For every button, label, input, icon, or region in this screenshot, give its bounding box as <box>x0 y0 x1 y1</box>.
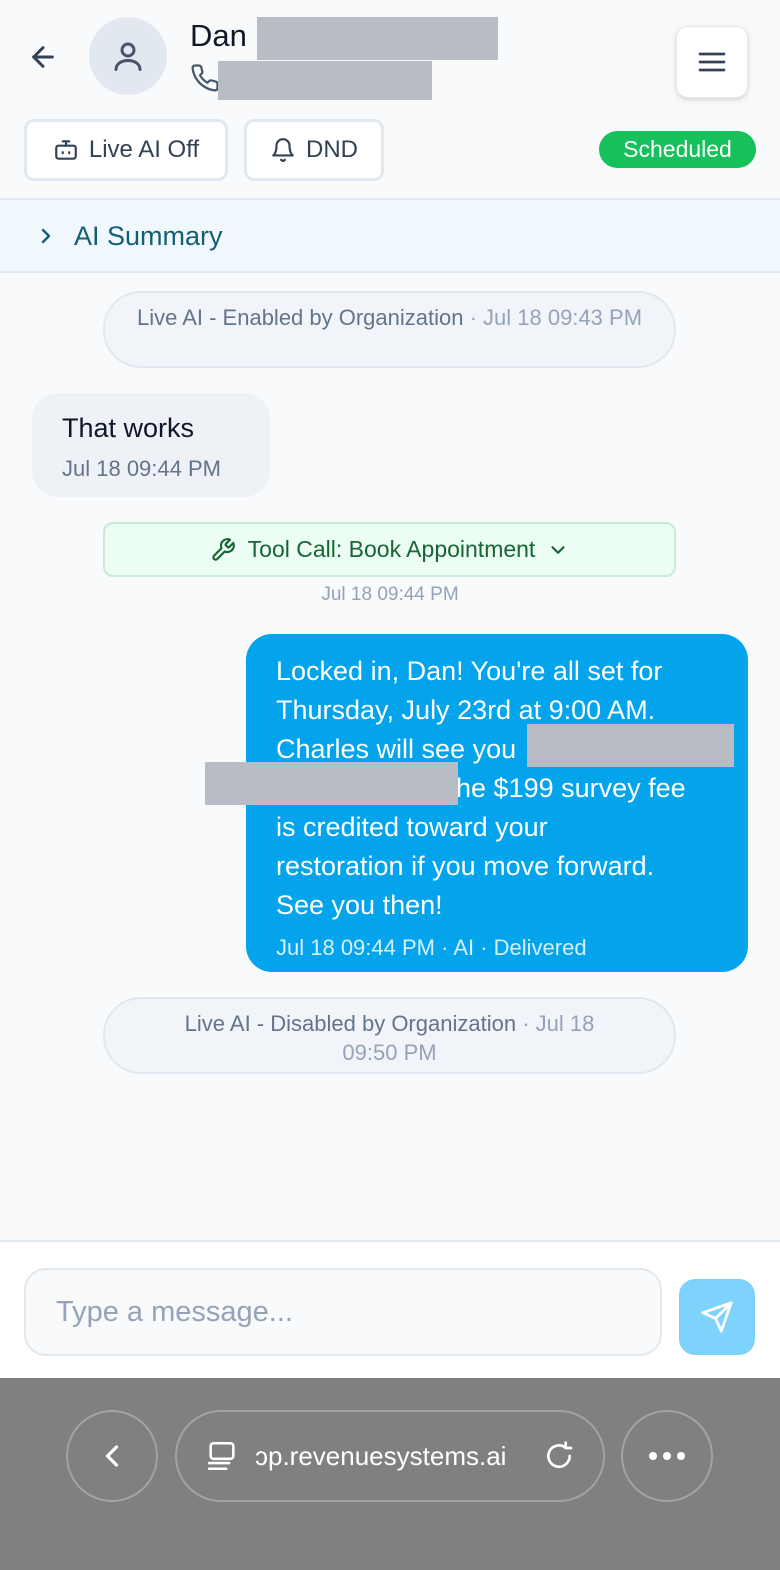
system-message-text: Live AI - Disabled by Organization <box>184 1011 517 1036</box>
system-message-text: Live AI - Enabled by Organization <box>136 305 464 330</box>
conversation-header: Dan Live AI Off DND Scheduled <box>0 0 780 200</box>
tool-call-time: Jul 18 09:44 PM <box>321 584 459 605</box>
more-icon <box>649 1452 685 1460</box>
live-ai-label: Live AI Off <box>88 136 200 163</box>
status-badge: Scheduled <box>599 131 756 168</box>
hamburger-menu-icon <box>698 52 726 72</box>
system-message: Live AI - Disabled by Organization · Jul… <box>103 997 676 1074</box>
send-icon <box>701 1301 733 1333</box>
system-message: Live AI - Enabled by Organization · Jul … <box>103 291 676 368</box>
reload-icon[interactable] <box>543 1440 575 1472</box>
message-input[interactable] <box>24 1268 662 1356</box>
message-line: See you then! <box>276 890 443 920</box>
back-button[interactable] <box>22 36 64 78</box>
wrench-icon <box>211 537 235 561</box>
live-ai-toggle-button[interactable]: Live AI Off <box>24 119 228 181</box>
tabs-icon <box>207 1441 235 1471</box>
redacted-phone-number <box>218 61 432 100</box>
ai-summary-toggle[interactable]: AI Summary <box>0 201 780 273</box>
message-line: restoration if you move forward. <box>276 851 655 881</box>
menu-button[interactable] <box>676 26 748 98</box>
ai-summary-label: AI Summary <box>74 220 223 251</box>
inbound-message: That works Jul 18 09:44 PM <box>32 393 270 497</box>
browser-url: ɔp.revenuesystems.ai <box>255 1440 507 1471</box>
browser-back-icon <box>105 1445 119 1467</box>
message-line: Locked in, Dan! You're all set for <box>276 656 663 686</box>
bot-icon <box>55 140 77 160</box>
user-icon <box>114 42 142 71</box>
message-line: is credited toward your <box>276 812 548 842</box>
message-time: Jul 18 09:44 PM <box>62 456 221 481</box>
system-message-time: · Jul 18 09:43 PM <box>469 305 643 330</box>
phone-icon <box>191 64 219 92</box>
browser-back-button[interactable] <box>66 1410 158 1502</box>
browser-more-button[interactable] <box>621 1410 713 1502</box>
message-text: That works <box>62 413 195 443</box>
chevron-right-icon <box>41 228 51 244</box>
contact-name: Dan <box>190 18 247 53</box>
redacted-text <box>527 724 734 767</box>
tool-call-expander[interactable]: Tool Call: Book Appointment <box>103 522 676 577</box>
chevron-down-icon <box>551 545 565 554</box>
redacted-text <box>205 762 458 805</box>
bell-icon <box>272 138 294 162</box>
browser-toolbar: ɔp.revenuesystems.ai <box>0 1378 780 1570</box>
browser-address-bar[interactable]: ɔp.revenuesystems.ai <box>175 1410 605 1502</box>
redacted-last-name <box>257 17 498 60</box>
arrow-left-icon <box>32 46 54 68</box>
dnd-button[interactable]: DND <box>244 119 384 181</box>
send-button[interactable] <box>679 1279 755 1355</box>
message-meta: Jul 18 09:44 PM · AI · Delivered <box>276 935 587 960</box>
tool-call-label: Tool Call: Book Appointment <box>247 536 536 562</box>
message-composer <box>0 1240 780 1378</box>
avatar[interactable] <box>89 17 167 95</box>
dnd-label: DND <box>306 136 358 163</box>
